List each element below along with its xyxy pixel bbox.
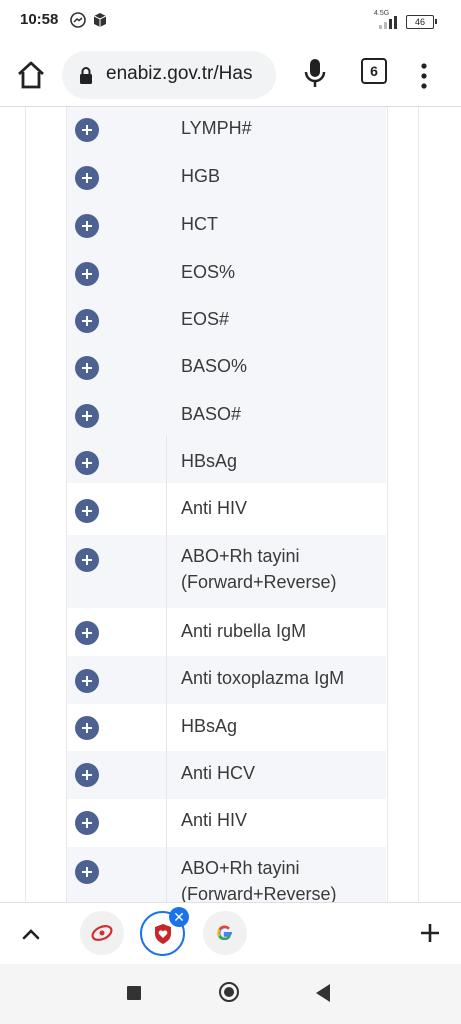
messenger-icon <box>70 12 86 28</box>
recents-square-icon[interactable] <box>127 986 141 1000</box>
expand-plus-icon[interactable] <box>75 166 99 190</box>
tab-google[interactable] <box>203 911 247 955</box>
lock-icon <box>80 67 92 84</box>
close-tab-icon[interactable]: ✕ <box>169 907 189 927</box>
test-name: Anti HIV <box>181 498 248 518</box>
test-name: LYMPH# <box>181 118 252 138</box>
table-row: EOS# <box>67 298 386 345</box>
expand-plus-icon[interactable] <box>75 811 99 835</box>
table-row: Anti HCV <box>67 751 386 799</box>
table-row: Anti toxoplazma IgM <box>67 656 386 704</box>
column-divider <box>166 751 167 799</box>
tab-enabiz[interactable] <box>80 911 124 955</box>
expand-plus-icon[interactable] <box>75 621 99 645</box>
shield-heart-icon <box>155 924 171 944</box>
chevron-up-icon[interactable] <box>20 923 42 945</box>
url-text: enabiz.gov.tr/Has <box>106 63 253 84</box>
table-row: Anti rubella IgM <box>67 608 386 656</box>
microphone-icon[interactable] <box>301 56 329 92</box>
table-row: HBsAg <box>67 435 386 483</box>
tab-switcher-button[interactable]: 6 <box>361 58 387 84</box>
expand-plus-icon[interactable] <box>75 118 99 142</box>
test-name: BASO# <box>181 404 242 424</box>
browser-toolbar: enabiz.gov.tr/Has 6 <box>0 44 461 107</box>
test-name: Anti HIV <box>181 810 248 830</box>
expand-plus-icon[interactable] <box>75 404 99 428</box>
test-name: HGB <box>181 166 221 186</box>
column-divider <box>166 435 167 483</box>
home-icon[interactable] <box>14 58 48 92</box>
column-divider <box>166 847 167 902</box>
frame-line-right <box>418 107 419 902</box>
table-row: Anti HIV <box>67 799 386 847</box>
test-name: HBsAg <box>181 716 238 736</box>
tab-strip: ✕ <box>0 902 461 965</box>
test-name: EOS# <box>181 309 230 329</box>
test-name: ABO+Rh tayini <box>181 546 300 566</box>
battery-nub <box>435 19 437 24</box>
more-menu-icon[interactable] <box>414 58 434 94</box>
test-name: Anti rubella IgM <box>181 621 307 641</box>
enabiz-logo-icon <box>91 925 113 941</box>
test-name: Anti toxoplazma IgM <box>181 668 345 688</box>
expand-plus-icon[interactable] <box>75 214 99 238</box>
test-name: Anti HCV <box>181 763 256 783</box>
test-name: EOS% <box>181 262 236 282</box>
new-tab-plus-icon[interactable] <box>418 921 442 945</box>
system-nav-bar <box>0 964 461 1024</box>
status-time: 10:58 <box>20 11 59 28</box>
frame-line-left <box>25 107 26 902</box>
expand-plus-icon[interactable] <box>75 356 99 380</box>
google-g-icon <box>217 925 232 941</box>
package-icon <box>93 13 107 27</box>
table-row: EOS% <box>67 250 386 298</box>
table-row: HBsAg <box>67 704 386 751</box>
column-divider <box>166 483 167 535</box>
status-bar: 10:58 4.5G 46 <box>0 0 461 44</box>
home-circle-inner <box>224 987 234 997</box>
expand-plus-icon[interactable] <box>75 860 99 884</box>
back-triangle-icon[interactable] <box>316 984 330 1002</box>
signal-icon <box>379 16 397 29</box>
url-bar[interactable]: enabiz.gov.tr/Has <box>62 51 276 99</box>
frame-line-table-right <box>387 107 388 902</box>
table-row: HCT <box>67 202 386 250</box>
test-name: HBsAg <box>181 451 238 471</box>
battery-icon: 46 <box>406 15 434 29</box>
expand-plus-icon[interactable] <box>75 451 99 475</box>
table-row: ABO+Rh tayini (Forward+Reverse) <box>67 535 386 608</box>
test-name-cont: (Forward+Reverse) <box>181 884 337 902</box>
test-name: BASO% <box>181 356 248 376</box>
test-name: HCT <box>181 214 218 234</box>
table-row: BASO# <box>67 393 386 435</box>
test-name: ABO+Rh tayini <box>181 858 300 878</box>
table-row: ABO+Rh tayini (Forward+Reverse) <box>67 847 386 902</box>
expand-plus-icon[interactable] <box>75 548 99 572</box>
expand-plus-icon[interactable] <box>75 669 99 693</box>
test-name-cont: (Forward+Reverse) <box>181 572 337 592</box>
table-row: BASO% <box>67 345 386 393</box>
expand-plus-icon[interactable] <box>75 262 99 286</box>
column-divider <box>166 608 167 656</box>
expand-plus-icon[interactable] <box>75 309 99 333</box>
column-divider <box>166 799 167 847</box>
table-row: Anti HIV <box>67 483 386 535</box>
page-content: LYMPH# HGB HCT EOS% EOS# BASO% BASO# HBs… <box>0 107 461 902</box>
expand-plus-icon[interactable] <box>75 499 99 523</box>
column-divider <box>166 704 167 751</box>
table-row: LYMPH# <box>67 107 386 155</box>
table-row: HGB <box>67 155 386 202</box>
column-divider <box>166 535 167 608</box>
expand-plus-icon[interactable] <box>75 716 99 740</box>
expand-plus-icon[interactable] <box>75 763 99 787</box>
column-divider <box>166 656 167 704</box>
